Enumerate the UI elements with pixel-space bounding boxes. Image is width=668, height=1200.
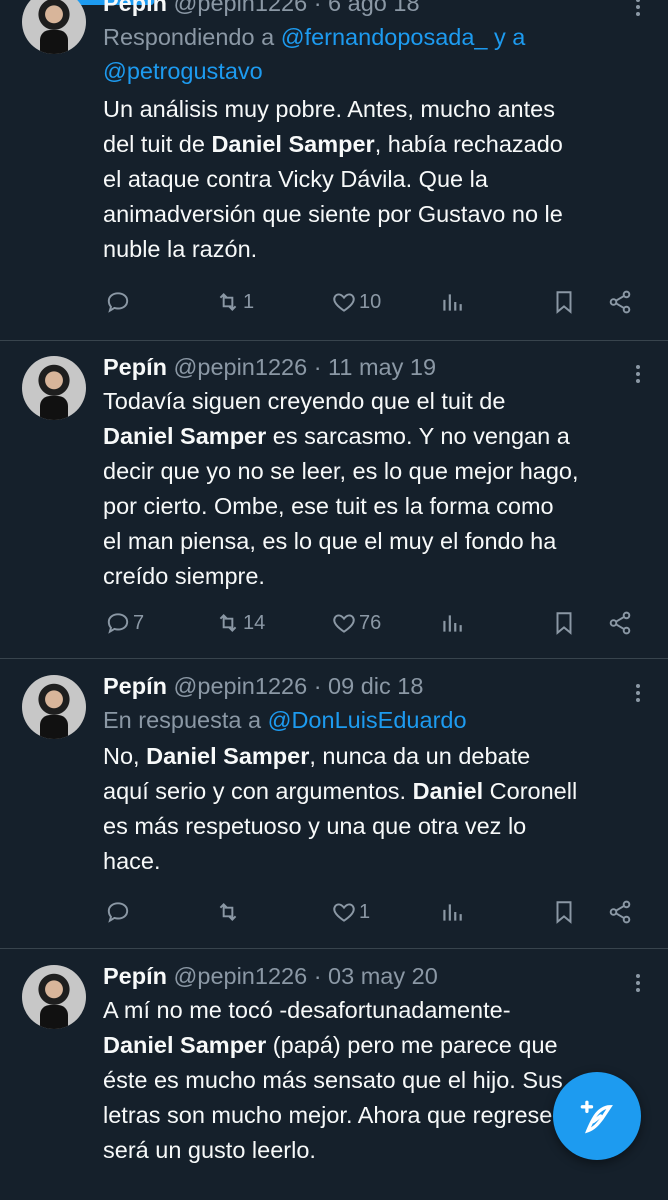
- reply-context: En respuesta a @DonLuisEduardo: [103, 707, 467, 733]
- compose-button[interactable]: [553, 1072, 641, 1160]
- author-handle[interactable]: @pepin1226: [174, 0, 308, 16]
- author-name[interactable]: Pepín: [103, 673, 167, 699]
- tweet-actions: 1 10: [103, 289, 638, 323]
- retweet-icon: [219, 903, 237, 921]
- bookmark-icon: [556, 901, 572, 924]
- bookmark-button[interactable]: [551, 899, 577, 925]
- reply-icon: [107, 292, 129, 313]
- tweet-text: No, Daniel Samper, nunca da un debate aq…: [103, 743, 578, 874]
- avatar[interactable]: [22, 0, 86, 54]
- bookmark-icon: [556, 291, 572, 314]
- share-icon: [609, 290, 631, 314]
- tweet-text: Un análisis muy pobre. Antes, mucho ante…: [103, 96, 563, 262]
- more-options-icon[interactable]: [636, 971, 640, 995]
- retweet-icon: [219, 293, 237, 311]
- share-button[interactable]: [607, 289, 633, 315]
- tweet-4[interactable]: Pepín @pepin1226 · 03 may 20 A mí no me …: [0, 949, 668, 1200]
- tweet-header: Pepín @pepin1226 · 09 dic 18: [103, 673, 424, 699]
- views-icon: [443, 615, 462, 632]
- bookmark-icon: [556, 612, 572, 635]
- tweet-header: Pepín @pepin1226 · 11 may 19: [103, 354, 437, 380]
- mention-link[interactable]: @petrogustavo: [103, 58, 263, 84]
- tweet-date[interactable]: 6 ago 18: [328, 0, 419, 16]
- more-options-icon[interactable]: [636, 0, 640, 19]
- tweet-3[interactable]: Pepín @pepin1226 · 09 dic 18 En respuest…: [0, 659, 668, 949]
- more-options-icon[interactable]: [636, 362, 640, 386]
- bookmark-button[interactable]: [551, 610, 577, 636]
- tweet-date[interactable]: 11 may 19: [328, 354, 436, 380]
- retweet-icon: [219, 614, 237, 632]
- share-icon: [609, 900, 631, 924]
- views-icon: [443, 294, 462, 311]
- like-button[interactable]: 1: [331, 899, 370, 925]
- reply-context: Respondiendo a @fernandoposada_ y a: [103, 24, 526, 50]
- author-handle[interactable]: @pepin1226: [174, 963, 308, 989]
- more-options-icon[interactable]: [636, 681, 640, 705]
- tweet-1[interactable]: Pepín @pepin1226 · 6 ago 18 Respondiendo…: [0, 0, 668, 341]
- views-button[interactable]: [439, 899, 465, 925]
- reply-icon: [107, 902, 129, 923]
- tweet-actions: 1: [103, 899, 638, 933]
- reply-context-2: @petrogustavo: [103, 54, 634, 88]
- share-button[interactable]: [607, 899, 633, 925]
- author-handle[interactable]: @pepin1226: [174, 354, 308, 380]
- tweet-header: Pepín @pepin1226 · 6 ago 18: [103, 0, 634, 20]
- author-handle[interactable]: @pepin1226: [174, 673, 308, 699]
- mention-link[interactable]: @fernandoposada_: [281, 24, 488, 50]
- heart-icon: [333, 903, 355, 922]
- views-icon: [443, 904, 462, 921]
- author-name[interactable]: Pepín: [103, 963, 167, 989]
- avatar[interactable]: [22, 356, 86, 420]
- reply-button[interactable]: 7: [105, 610, 144, 636]
- tweet-date[interactable]: 09 dic 18: [328, 673, 423, 699]
- mention-link[interactable]: @DonLuisEduardo: [268, 707, 467, 733]
- heart-icon: [333, 614, 355, 633]
- tweet-date[interactable]: 03 may 20: [328, 963, 438, 989]
- tweet-2[interactable]: Pepín @pepin1226 · 11 may 19 Todavía sig…: [0, 340, 668, 659]
- tweet-header: Pepín @pepin1226 · 03 may 20: [103, 963, 438, 989]
- avatar[interactable]: [22, 675, 86, 739]
- share-button[interactable]: [607, 610, 633, 636]
- author-name[interactable]: Pepín: [103, 0, 167, 16]
- retweet-button[interactable]: 1: [215, 289, 254, 315]
- tweet-text: A mí no me tocó -desafortunadamente- Dan…: [103, 997, 563, 1163]
- tweet-actions: 7 14 76: [103, 610, 638, 644]
- tweet-text: Todavía siguen creyendo que el tuit de D…: [103, 388, 579, 589]
- reply-icon: [107, 613, 129, 634]
- share-icon: [609, 611, 631, 635]
- retweet-button[interactable]: [215, 899, 243, 925]
- reply-button[interactable]: [105, 899, 133, 925]
- views-button[interactable]: [439, 289, 465, 315]
- compose-icon: [580, 1100, 613, 1134]
- bookmark-button[interactable]: [551, 289, 577, 315]
- retweet-button[interactable]: 14: [215, 610, 265, 636]
- mention-joiner: y a: [494, 24, 526, 50]
- like-button[interactable]: 10: [331, 289, 381, 315]
- reply-button[interactable]: [105, 289, 133, 315]
- like-button[interactable]: 76: [331, 610, 381, 636]
- author-name[interactable]: Pepín: [103, 354, 167, 380]
- views-button[interactable]: [439, 610, 465, 636]
- heart-icon: [333, 293, 355, 312]
- avatar[interactable]: [22, 965, 86, 1029]
